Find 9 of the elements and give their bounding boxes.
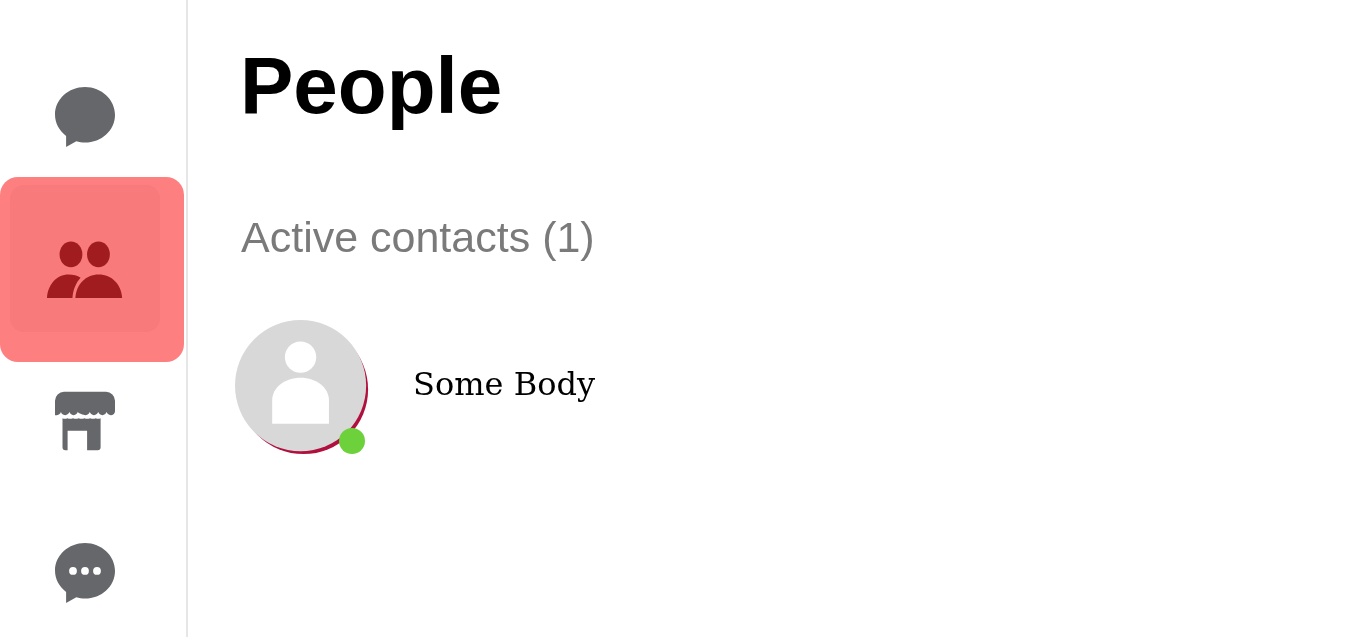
chat-dots-icon [55,543,115,603]
sidebar-item[interactable] [55,87,115,147]
store-icon [55,391,115,451]
sidebar-item[interactable] [0,176,184,362]
chat-bubble-icon [55,87,115,147]
contact-name[interactable]: Some Body [413,364,595,403]
sidebar-item[interactable] [55,391,115,451]
section-heading: Active contacts (1) [241,216,596,259]
sidebar-item[interactable] [55,543,115,603]
